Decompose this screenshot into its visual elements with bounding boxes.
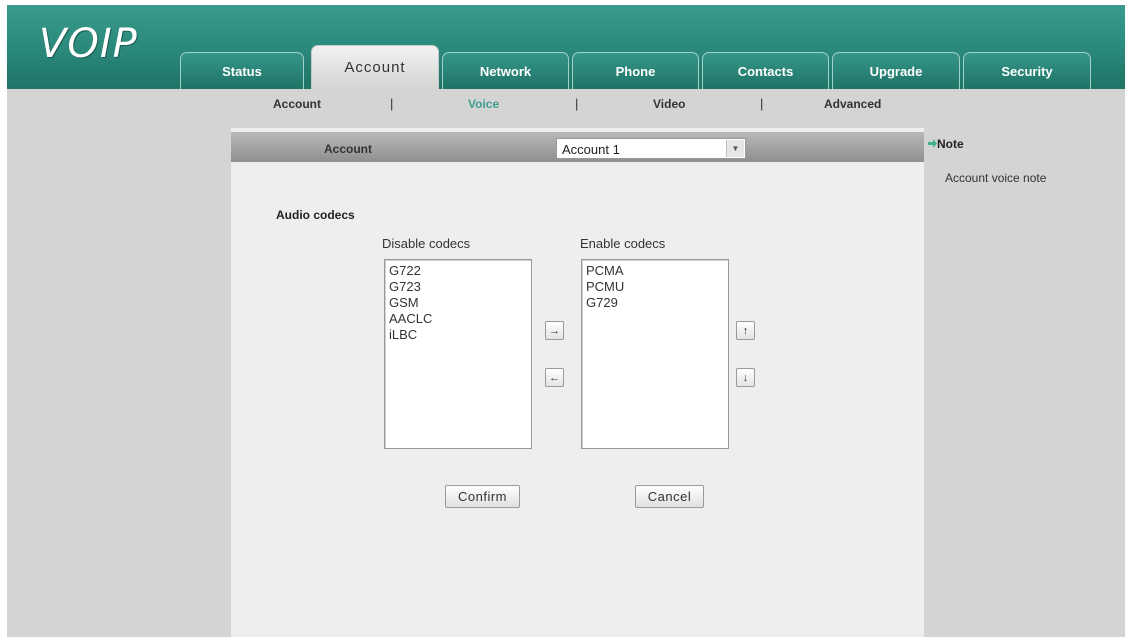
account-select-value: Account 1 <box>562 142 620 157</box>
subnav-voice[interactable]: Voice <box>468 97 499 111</box>
codec-option[interactable]: iLBC <box>389 327 527 343</box>
subnav-separator: | <box>760 96 764 111</box>
disabled-codecs-list[interactable]: G722 G723 GSM AACLC iLBC <box>384 259 532 449</box>
note-arrow-icon <box>928 139 937 148</box>
note-title: Note <box>937 137 964 151</box>
confirm-button[interactable]: Confirm <box>445 485 520 508</box>
chevron-down-icon[interactable]: ▼ <box>726 140 744 157</box>
codec-option[interactable]: PCMU <box>586 279 724 295</box>
tab-phone[interactable]: Phone <box>572 52 699 89</box>
codec-option[interactable]: G729 <box>586 295 724 311</box>
subnav-separator: | <box>575 96 579 111</box>
tab-contacts[interactable]: Contacts <box>702 52 829 89</box>
voice-settings-panel: Account Account 1 ▼ Audio codecs Disable… <box>231 128 924 637</box>
codec-option[interactable]: GSM <box>389 295 527 311</box>
audio-codecs-label: Audio codecs <box>276 208 355 222</box>
voip-logo: VOIP <box>39 21 138 67</box>
account-bar: Account Account 1 ▼ <box>231 132 924 162</box>
subnav-separator: | <box>390 96 394 111</box>
codec-option[interactable]: G722 <box>389 263 527 279</box>
tab-security[interactable]: Security <box>963 52 1091 89</box>
subnav-video[interactable]: Video <box>653 97 685 111</box>
tab-account[interactable]: Account <box>311 45 439 89</box>
account-select[interactable]: Account 1 ▼ <box>556 138 746 159</box>
move-left-button[interactable]: ← <box>545 368 564 387</box>
subnav-account[interactable]: Account <box>273 97 321 111</box>
tab-status[interactable]: Status <box>180 52 304 89</box>
codec-option[interactable]: AACLC <box>389 311 527 327</box>
header-bar: VOIP Status Account Network Phone Contac… <box>7 5 1125 89</box>
cancel-button[interactable]: Cancel <box>635 485 704 508</box>
account-label: Account <box>324 142 372 156</box>
move-right-button[interactable]: → <box>545 321 564 340</box>
codec-option[interactable]: G723 <box>389 279 527 295</box>
codec-option[interactable]: PCMA <box>586 263 724 279</box>
enable-codecs-heading: Enable codecs <box>580 236 666 251</box>
disable-codecs-heading: Disable codecs <box>382 236 471 251</box>
note-text: Account voice note <box>945 171 1047 185</box>
tab-network[interactable]: Network <box>442 52 569 89</box>
move-up-button[interactable]: ↑ <box>736 321 755 340</box>
move-down-button[interactable]: ↓ <box>736 368 755 387</box>
page-frame: VOIP Status Account Network Phone Contac… <box>7 5 1125 637</box>
enabled-codecs-list[interactable]: PCMA PCMU G729 <box>581 259 729 449</box>
subnav-advanced[interactable]: Advanced <box>824 97 881 111</box>
tab-upgrade[interactable]: Upgrade <box>832 52 960 89</box>
